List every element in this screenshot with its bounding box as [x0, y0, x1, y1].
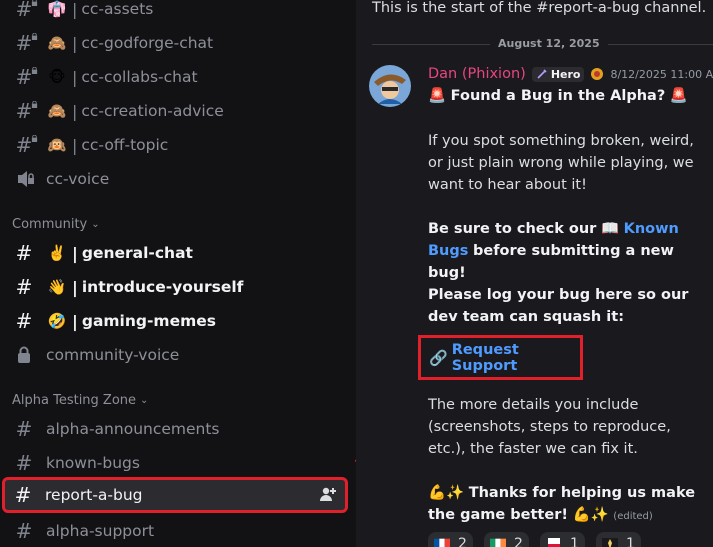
message-title: 🚨 Found a Bug in the Alpha? 🚨 [428, 88, 688, 104]
channel-name: cc-voice [46, 170, 110, 188]
channel-name: general-chat [81, 244, 193, 262]
channel-name: cc-off-topic [81, 136, 169, 154]
hash-icon: # [15, 275, 33, 299]
flag-ie-icon [490, 538, 506, 547]
link-icon: 🔗 [429, 348, 448, 367]
hash-icon: # [12, 99, 38, 123]
channel-emoji: 🐵 [48, 68, 66, 86]
request-support-link[interactable]: Request Support [452, 342, 580, 374]
lock-badge-icon [31, 33, 38, 40]
channel-gaming-memes[interactable]: # 🤣 | gaming-memes [6, 306, 348, 336]
flag-pl-icon [548, 538, 560, 547]
message-header: Dan (Phixion) Hero 8/12/2025 11:00 AM [428, 66, 713, 82]
channel-alpha-support[interactable]: # alpha-support [6, 516, 348, 546]
hash-icon: # [15, 241, 33, 265]
channel-alpha-announcements[interactable]: # alpha-announcements [6, 414, 348, 444]
timestamp: 8/12/2025 11:00 AM [610, 67, 713, 81]
hash-icon: # [15, 417, 33, 441]
lock-badge-icon [31, 135, 38, 142]
channel-name: alpha-announcements [46, 420, 220, 438]
channel-name: cc-creation-advice [81, 102, 224, 120]
channel-emoji: 🙈 [47, 102, 67, 120]
channel-name: alpha-support [46, 522, 155, 540]
message-paragraph-1: If you spot something broken, weird, or … [428, 133, 694, 193]
flag-other-icon [602, 538, 618, 547]
siren-icon: 🚨 [428, 88, 447, 104]
chevron-down-icon: ⌄ [91, 219, 100, 230]
role-badge[interactable]: Hero [531, 66, 585, 82]
flex-sparkle-icon: 💪✨ [428, 485, 465, 501]
category-community[interactable]: Community ⌄ [12, 217, 100, 232]
channel-known-bugs[interactable]: # known-bugs [6, 448, 348, 478]
siren-icon: 🚨 [669, 88, 688, 104]
hash-icon: # [12, 65, 38, 89]
channel-name: known-bugs [46, 454, 140, 472]
hash-icon: # [12, 0, 38, 21]
channel-sidebar: # 👘 | cc-assets # 🙈 | cc-godforge-chat #… [0, 0, 356, 547]
channel-cc-creation-advice[interactable]: # 🙈 | cc-creation-advice [6, 96, 348, 126]
hash-icon: # [14, 483, 32, 507]
channel-emoji: 🙈 [47, 34, 67, 52]
channel-emoji: 🙉 [47, 136, 67, 154]
channel-name: introduce-yourself [81, 278, 244, 296]
hash-icon: # [12, 133, 38, 157]
hash-icon: # [15, 519, 33, 543]
lock-badge-icon [31, 67, 38, 74]
channel-emoji: 👘 [47, 0, 67, 18]
message-paragraph-2: Be sure to check our 📖 Known Bugs before… [428, 221, 679, 281]
lock-badge-icon [31, 101, 38, 108]
lock-icon [18, 346, 30, 363]
channel-introduce-yourself[interactable]: # 👋 | introduce-yourself [6, 272, 348, 302]
request-support-link-box[interactable]: 🔗 Request Support [418, 335, 583, 380]
channel-cc-assets[interactable]: # 👘 | cc-assets [6, 0, 348, 24]
voice-channel-cc-voice[interactable]: cc-voice [6, 164, 348, 194]
channel-emoji: 🤣 [47, 312, 67, 330]
hash-icon: # [15, 451, 33, 475]
lock-badge-icon [31, 0, 38, 6]
sword-icon [537, 69, 547, 79]
flag-fr-icon [434, 538, 450, 547]
channel-cc-godforge-chat[interactable]: # 🙈 | cc-godforge-chat [6, 28, 348, 58]
channel-name: report-a-bug [45, 486, 143, 504]
reaction-flag-other[interactable]: 1 [596, 532, 641, 547]
medal-icon [591, 68, 604, 80]
channel-start-text: This is the start of the #report-a-bug c… [372, 0, 707, 16]
hash-icon: # [12, 31, 38, 55]
channel-name: cc-assets [81, 0, 154, 18]
channel-cc-collabs-chat[interactable]: # 🐵 | cc-collabs-chat [6, 62, 348, 92]
message-paragraph-4: The more details you include (screenshot… [428, 397, 671, 457]
add-member-icon[interactable] [319, 486, 337, 502]
reaction-flag-pl[interactable]: 1 [540, 532, 585, 547]
avatar[interactable] [368, 64, 412, 108]
chevron-down-icon: ⌄ [140, 395, 149, 406]
voice-channel-community-voice[interactable]: community-voice [6, 340, 348, 370]
message-paragraph-3: Please log your bug here so our dev team… [428, 287, 689, 325]
channel-emoji: ✌️ [47, 244, 67, 262]
book-icon: 📖 [600, 221, 620, 237]
channel-name: cc-collabs-chat [81, 68, 198, 86]
chat-panel: This is the start of the #report-a-bug c… [356, 0, 713, 547]
channel-report-a-bug[interactable]: # report-a-bug [2, 477, 348, 513]
channel-cc-off-topic[interactable]: # 🙉 | cc-off-topic [6, 130, 348, 160]
channel-name: community-voice [46, 346, 180, 364]
channel-name: gaming-memes [81, 312, 216, 330]
author-name[interactable]: Dan (Phixion) [428, 66, 526, 82]
hash-icon: # [15, 309, 33, 333]
channel-emoji: 👋 [47, 278, 67, 296]
edited-label: (edited) [613, 511, 653, 522]
channel-name: cc-godforge-chat [81, 34, 214, 52]
channel-general-chat[interactable]: # ✌️ | general-chat [6, 238, 348, 268]
category-alpha-testing-zone[interactable]: Alpha Testing Zone ⌄ [12, 393, 148, 408]
reaction-flag-fr[interactable]: 2 [428, 532, 473, 547]
speaker-lock-icon [18, 171, 34, 187]
date-divider: August 12, 2025 [490, 37, 608, 50]
flex-sparkle-icon: 💪✨ [572, 507, 609, 523]
reaction-flag-ie[interactable]: 2 [484, 532, 529, 547]
message-closing: 💪✨ Thanks for helping us make the game b… [428, 485, 696, 523]
